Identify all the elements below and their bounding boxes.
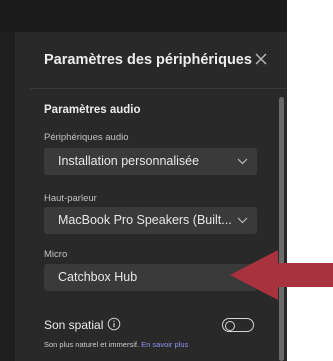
audio-devices-value: Installation personnalisée — [58, 154, 200, 168]
speaker-label: Haut-parleur — [44, 193, 97, 204]
spatial-sound-toggle[interactable] — [222, 318, 254, 332]
learn-more-link[interactable]: En savoir plus — [141, 340, 188, 349]
scrollbar[interactable] — [279, 97, 284, 361]
divider — [30, 88, 287, 89]
speaker-dropdown[interactable]: MacBook Pro Speakers (Built... — [44, 207, 257, 234]
mic-dropdown[interactable]: Catchbox Hub — [44, 264, 257, 291]
chevron-down-icon — [237, 217, 248, 224]
chevron-down-icon — [237, 158, 248, 165]
top-bar — [0, 0, 287, 32]
toggle-knob — [225, 320, 235, 331]
close-icon[interactable] — [254, 52, 268, 66]
device-settings-panel: Paramètres des périphériques Paramètres … — [0, 0, 287, 361]
audio-section-title: Paramètres audio — [44, 104, 141, 116]
mic-label: Micro — [44, 249, 68, 260]
audio-devices-label: Périphériques audio — [44, 132, 129, 143]
dialog-title: Paramètres des périphériques — [44, 52, 252, 68]
red-arrow-icon — [230, 250, 333, 300]
spatial-sound-label: Son spatial — [44, 318, 104, 332]
mic-value: Catchbox Hub — [58, 270, 138, 284]
audio-devices-dropdown[interactable]: Installation personnalisée — [44, 148, 257, 175]
speaker-value: MacBook Pro Speakers (Built... — [58, 213, 232, 227]
side-rail — [0, 32, 15, 361]
spatial-sound-description: Son plus naturel et immersif. En savoir … — [44, 340, 188, 349]
spatial-description-text: Son plus naturel et immersif. — [44, 340, 140, 349]
info-icon[interactable] — [107, 317, 121, 331]
